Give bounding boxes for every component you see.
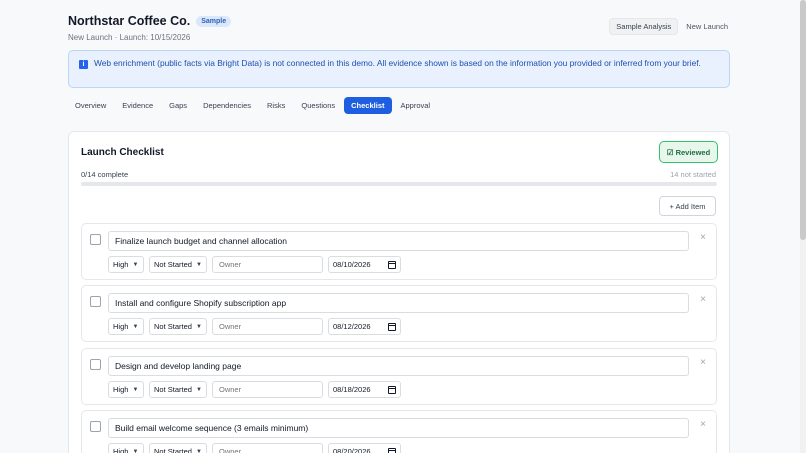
priority-value: High (113, 322, 129, 331)
chevron-down-icon: ▼ (132, 386, 139, 393)
chevron-down-icon: ▼ (132, 323, 139, 330)
status-select[interactable]: Not Started ▼ (149, 443, 207, 453)
new-launch-button[interactable]: New Launch (684, 19, 730, 34)
calendar-icon[interactable] (388, 322, 396, 331)
add-item-button[interactable]: + Add Item (659, 196, 716, 216)
progress-bar (81, 182, 717, 186)
checklist-item: × High ▼ Not Started ▼ 08/10/2026 (81, 223, 717, 280)
page-header: Northstar Coffee Co. Sample New Launch ·… (68, 14, 730, 44)
info-icon: i (79, 60, 88, 69)
calendar-icon[interactable] (388, 447, 396, 453)
tab-dependencies[interactable]: Dependencies (196, 97, 258, 114)
priority-value: High (113, 385, 129, 394)
page-scrollbar[interactable] (800, 0, 806, 453)
not-started-count: 14 not started (670, 170, 716, 179)
priority-value: High (113, 447, 129, 453)
item-fields: High ▼ Not Started ▼ 08/12/2026 (108, 318, 401, 335)
checklist-title: Launch Checklist (81, 147, 164, 158)
priority-select[interactable]: High ▼ (108, 256, 144, 273)
sample-analysis-button[interactable]: Sample Analysis (609, 18, 679, 35)
due-date-value: 08/18/2026 (333, 385, 371, 394)
status-value: Not Started (154, 385, 192, 394)
owner-input[interactable] (212, 318, 323, 335)
priority-value: High (113, 260, 129, 269)
calendar-icon[interactable] (388, 385, 396, 394)
status-value: Not Started (154, 322, 192, 331)
owner-input[interactable] (212, 443, 323, 453)
chevron-down-icon: ▼ (132, 448, 139, 453)
tab-approval[interactable]: Approval (394, 97, 438, 114)
priority-select[interactable]: High ▼ (108, 318, 144, 335)
item-title-input[interactable] (108, 293, 689, 313)
status-select[interactable]: Not Started ▼ (149, 256, 207, 273)
due-date-input[interactable]: 08/12/2026 (328, 318, 401, 335)
remove-item-icon[interactable]: × (700, 232, 706, 243)
page-scrollbar-thumb[interactable] (800, 0, 806, 240)
checklist-item: × High ▼ Not Started ▼ 08/20/2026 (81, 410, 717, 453)
chevron-down-icon: ▼ (195, 261, 202, 268)
progress-label: 0/14 complete (81, 170, 129, 179)
item-fields: High ▼ Not Started ▼ 08/20/2026 (108, 443, 401, 453)
item-checkbox[interactable] (90, 359, 101, 370)
due-date-input[interactable]: 08/10/2026 (328, 256, 401, 273)
chevron-down-icon: ▼ (195, 386, 202, 393)
tab-evidence[interactable]: Evidence (115, 97, 160, 114)
due-date-value: 08/10/2026 (333, 260, 371, 269)
item-title-input[interactable] (108, 231, 689, 251)
tab-checklist[interactable]: Checklist (344, 97, 392, 114)
chevron-down-icon: ▼ (195, 448, 202, 453)
info-banner: i Web enrichment (public facts via Brigh… (68, 50, 730, 88)
item-fields: High ▼ Not Started ▼ 08/18/2026 (108, 381, 401, 398)
status-value: Not Started (154, 447, 192, 453)
item-checkbox[interactable] (90, 234, 101, 245)
company-title: Northstar Coffee Co. (68, 14, 191, 28)
reviewed-button[interactable]: ☑ Reviewed (659, 141, 718, 163)
tab-questions[interactable]: Questions (294, 97, 342, 114)
chevron-down-icon: ▼ (195, 323, 202, 330)
remove-item-icon[interactable]: × (700, 357, 706, 368)
due-date-input[interactable]: 08/18/2026 (328, 381, 401, 398)
item-checkbox[interactable] (90, 421, 101, 432)
sample-badge: Sample (196, 15, 232, 27)
tab-overview[interactable]: Overview (68, 97, 113, 114)
owner-input[interactable] (212, 381, 323, 398)
info-banner-text: Web enrichment (public facts via Bright … (94, 58, 701, 68)
owner-input[interactable] (212, 256, 323, 273)
header-actions: Sample Analysis New Launch (609, 18, 730, 35)
checklist-item: × High ▼ Not Started ▼ 08/12/2026 (81, 285, 717, 342)
checklist-item: × High ▼ Not Started ▼ 08/18/2026 (81, 348, 717, 405)
calendar-icon[interactable] (388, 260, 396, 269)
priority-select[interactable]: High ▼ (108, 381, 144, 398)
status-value: Not Started (154, 260, 192, 269)
status-select[interactable]: Not Started ▼ (149, 381, 207, 398)
remove-item-icon[interactable]: × (700, 419, 706, 430)
item-title-input[interactable] (108, 356, 689, 376)
item-title-input[interactable] (108, 418, 689, 438)
priority-select[interactable]: High ▼ (108, 443, 144, 453)
due-date-value: 08/12/2026 (333, 322, 371, 331)
due-date-value: 08/20/2026 (333, 447, 371, 453)
tab-bar: Overview Evidence Gaps Dependencies Risks Que… (68, 97, 437, 114)
checklist-card: Launch Checklist ☑ Reviewed 0/14 complet… (68, 131, 730, 453)
due-date-input[interactable]: 08/20/2026 (328, 443, 401, 453)
item-fields: High ▼ Not Started ▼ 08/10/2026 (108, 256, 401, 273)
tab-risks[interactable]: Risks (260, 97, 292, 114)
item-checkbox[interactable] (90, 296, 101, 307)
remove-item-icon[interactable]: × (700, 294, 706, 305)
status-select[interactable]: Not Started ▼ (149, 318, 207, 335)
tab-gaps[interactable]: Gaps (162, 97, 194, 114)
chevron-down-icon: ▼ (132, 261, 139, 268)
